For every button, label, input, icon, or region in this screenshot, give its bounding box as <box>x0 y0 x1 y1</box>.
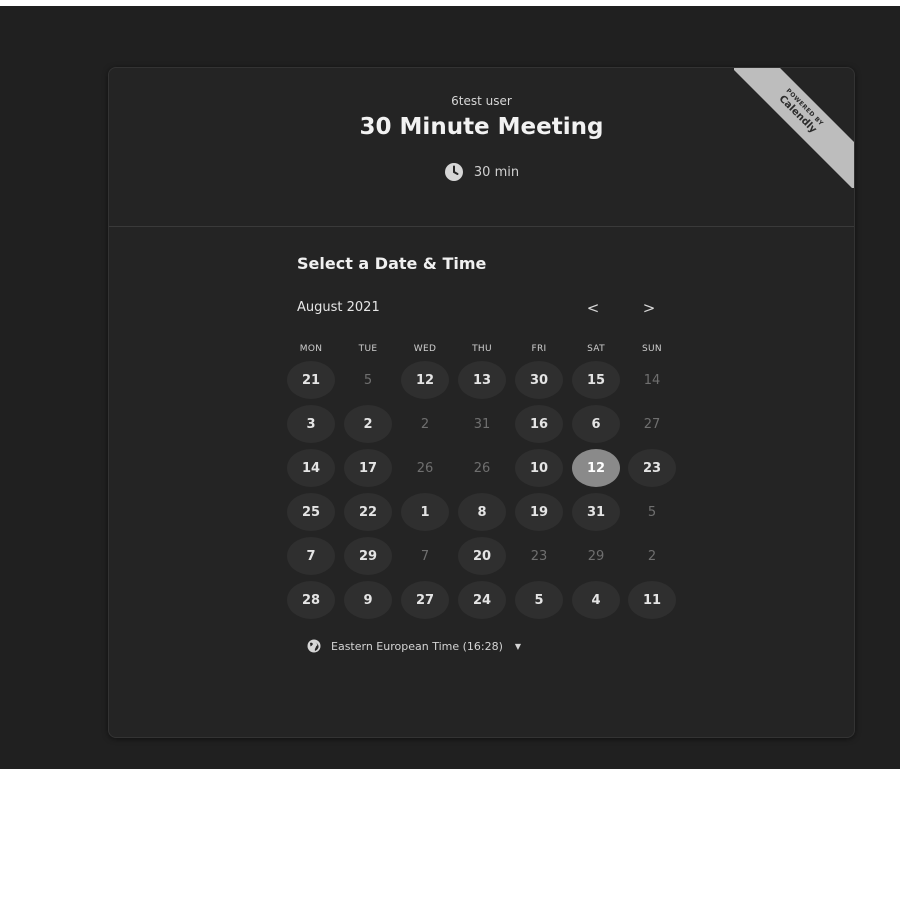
event-duration-label: 30 min <box>473 164 520 180</box>
unavailable-day: 5 <box>647 504 657 520</box>
available-day[interactable]: 8 <box>458 493 506 531</box>
available-day[interactable]: 20 <box>458 537 506 575</box>
available-day[interactable]: 3 <box>287 405 335 443</box>
available-day[interactable]: 17 <box>344 449 392 487</box>
month-navigation: August 2021 < > <box>297 299 681 320</box>
next-month-button[interactable]: > <box>637 296 661 320</box>
available-day[interactable]: 12 <box>401 361 449 399</box>
weekday-label: SUN <box>642 344 662 354</box>
unavailable-day: 23 <box>530 548 548 564</box>
available-day[interactable]: 22 <box>344 493 392 531</box>
unavailable-day: 14 <box>643 372 661 388</box>
available-day[interactable]: 25 <box>287 493 335 531</box>
available-day[interactable]: 7 <box>287 537 335 575</box>
available-day[interactable]: 6 <box>572 405 620 443</box>
unavailable-day: 7 <box>420 548 430 564</box>
available-day[interactable]: 30 <box>515 361 563 399</box>
available-day[interactable]: 24 <box>458 581 506 619</box>
available-day[interactable]: 9 <box>344 581 392 619</box>
unavailable-day: 26 <box>416 460 434 476</box>
previous-month-button[interactable]: < <box>581 296 605 320</box>
available-day[interactable]: 1 <box>401 493 449 531</box>
select-date-time-title: Select a Date & Time <box>297 254 487 273</box>
available-day[interactable]: 4 <box>572 581 620 619</box>
weekday-label: WED <box>413 344 437 354</box>
weekday-label: FRI <box>531 344 547 354</box>
event-header: 6test user 30 Minute Meeting 30 min <box>109 68 854 227</box>
selected-day[interactable]: 12 <box>572 449 620 487</box>
available-day[interactable]: 28 <box>287 581 335 619</box>
unavailable-day: 5 <box>363 372 373 388</box>
available-day[interactable]: 19 <box>515 493 563 531</box>
weekday-label: MON <box>299 344 323 354</box>
available-day[interactable]: 23 <box>628 449 676 487</box>
month-label: August 2021 <box>297 300 380 315</box>
booking-card: POWERED BY Calendly 6test user 30 Minute… <box>108 67 855 738</box>
weekday-label: TUE <box>358 344 378 354</box>
unavailable-day: 31 <box>473 416 491 432</box>
unavailable-day: 2 <box>647 548 657 564</box>
available-day[interactable]: 14 <box>287 449 335 487</box>
event-title: 30 Minute Meeting <box>359 114 604 140</box>
available-day[interactable]: 11 <box>628 581 676 619</box>
caret-down-icon: ▼ <box>514 641 522 651</box>
weekday-label: THU <box>472 344 492 354</box>
available-day[interactable]: 31 <box>572 493 620 531</box>
available-day[interactable]: 15 <box>572 361 620 399</box>
event-duration: 30 min <box>109 162 854 182</box>
available-day[interactable]: 16 <box>515 405 563 443</box>
available-day[interactable]: 13 <box>458 361 506 399</box>
unavailable-day: 26 <box>473 460 491 476</box>
page-backdrop: POWERED BY Calendly 6test user 30 Minute… <box>0 6 900 769</box>
available-day[interactable]: 2 <box>344 405 392 443</box>
available-day[interactable]: 21 <box>287 361 335 399</box>
available-day[interactable]: 27 <box>401 581 449 619</box>
globe-icon <box>307 639 321 653</box>
timezone-label: Eastern European Time (16:28) <box>331 639 503 653</box>
available-day[interactable]: 10 <box>515 449 563 487</box>
clock-icon <box>444 162 464 182</box>
unavailable-day: 27 <box>643 416 661 432</box>
unavailable-day: 2 <box>420 416 430 432</box>
available-day[interactable]: 29 <box>344 537 392 575</box>
available-day[interactable]: 5 <box>515 581 563 619</box>
weekday-label: SAT <box>587 344 605 354</box>
event-host-name: 6test user <box>451 94 512 108</box>
unavailable-day: 29 <box>587 548 605 564</box>
timezone-selector[interactable]: Eastern European Time (16:28) ▼ <box>307 639 521 653</box>
